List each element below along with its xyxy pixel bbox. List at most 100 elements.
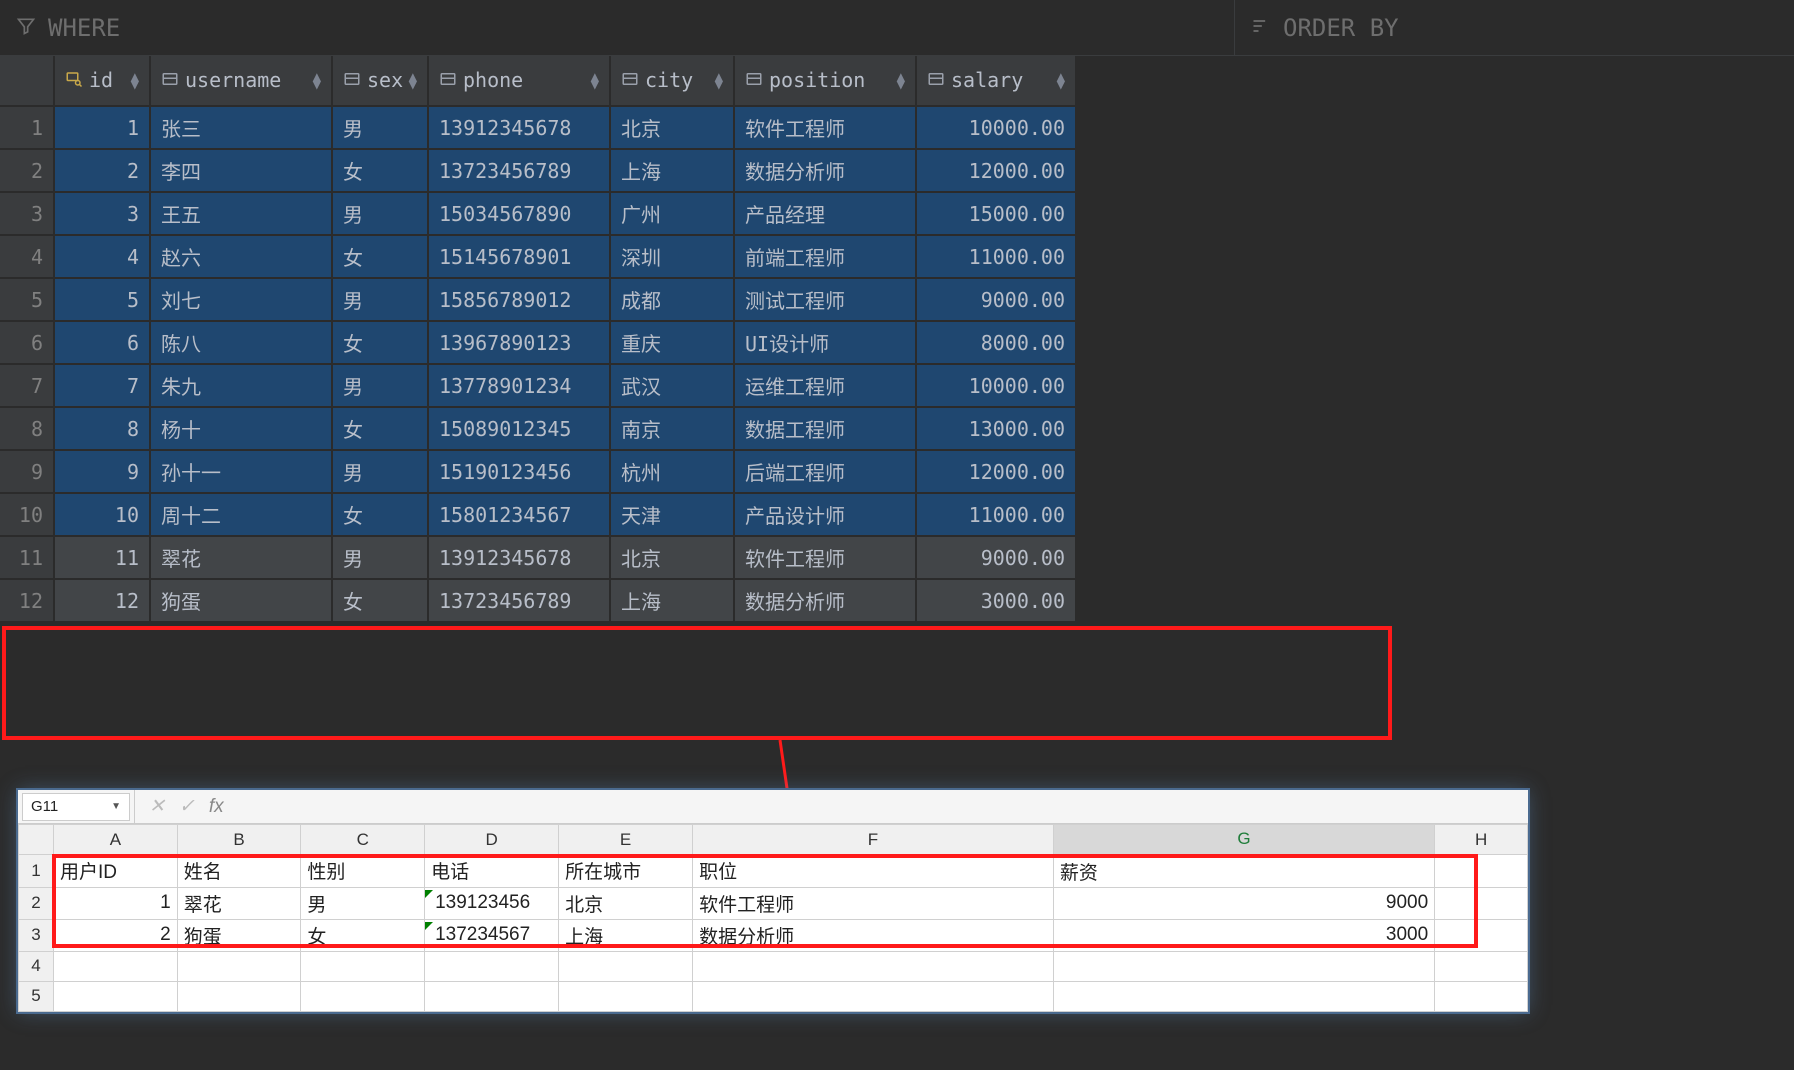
cell-id[interactable]: 2 bbox=[54, 149, 150, 192]
cell-position[interactable]: 产品经理 bbox=[734, 192, 916, 235]
cell-city[interactable]: 深圳 bbox=[610, 235, 734, 278]
table-row[interactable]: 88杨十女15089012345南京数据工程师13000.00 bbox=[0, 407, 1076, 450]
table-row[interactable]: 55刘七男15856789012成都测试工程师9000.00 bbox=[0, 278, 1076, 321]
check-icon[interactable]: ✓ bbox=[179, 795, 195, 818]
cell-city[interactable]: 武汉 bbox=[610, 364, 734, 407]
excel-cell[interactable] bbox=[177, 951, 301, 981]
cell-sex[interactable]: 男 bbox=[332, 106, 428, 149]
cell-city[interactable]: 广州 bbox=[610, 192, 734, 235]
excel-row[interactable]: 5 bbox=[19, 981, 1528, 1011]
excel-row-header[interactable]: 2 bbox=[19, 887, 54, 919]
excel-cell[interactable] bbox=[1435, 951, 1528, 981]
cell-city[interactable]: 上海 bbox=[610, 149, 734, 192]
cell-city[interactable]: 北京 bbox=[610, 106, 734, 149]
cell-city[interactable]: 重庆 bbox=[610, 321, 734, 364]
table-row[interactable]: 44赵六女15145678901深圳前端工程师11000.00 bbox=[0, 235, 1076, 278]
sort-icon[interactable]: ▲▼ bbox=[131, 73, 139, 89]
cell-id[interactable]: 6 bbox=[54, 321, 150, 364]
sort-icon[interactable]: ▲▼ bbox=[313, 73, 321, 89]
column-header-sex[interactable]: sex▲▼ bbox=[332, 56, 428, 106]
column-header-id[interactable]: id▲▼ bbox=[54, 56, 150, 106]
table-row[interactable]: 1010周十二女15801234567天津产品设计师11000.00 bbox=[0, 493, 1076, 536]
cell-username[interactable]: 赵六 bbox=[150, 235, 332, 278]
cell-salary[interactable]: 13000.00 bbox=[916, 407, 1076, 450]
cell-username[interactable]: 王五 bbox=[150, 192, 332, 235]
excel-col-header-A[interactable]: A bbox=[54, 825, 178, 855]
excel-cell[interactable] bbox=[693, 951, 1054, 981]
cell-username[interactable]: 杨十 bbox=[150, 407, 332, 450]
excel-col-header-F[interactable]: F bbox=[693, 825, 1054, 855]
excel-row-header[interactable]: 5 bbox=[19, 981, 54, 1011]
cell-id[interactable]: 5 bbox=[54, 278, 150, 321]
orderby-clause-area[interactable]: ORDER BY bbox=[1234, 0, 1794, 55]
cell-salary[interactable]: 11000.00 bbox=[916, 493, 1076, 536]
excel-row-header[interactable]: 3 bbox=[19, 919, 54, 951]
cell-salary[interactable]: 8000.00 bbox=[916, 321, 1076, 364]
excel-col-header-B[interactable]: B bbox=[177, 825, 301, 855]
cell-salary[interactable]: 9000.00 bbox=[916, 536, 1076, 579]
cell-username[interactable]: 翠花 bbox=[150, 536, 332, 579]
column-header-phone[interactable]: phone▲▼ bbox=[428, 56, 610, 106]
excel-cell[interactable] bbox=[559, 981, 693, 1011]
cell-sex[interactable]: 男 bbox=[332, 450, 428, 493]
table-row[interactable]: 66陈八女13967890123重庆UI设计师8000.00 bbox=[0, 321, 1076, 364]
table-row[interactable]: 22李四女13723456789上海数据分析师12000.00 bbox=[0, 149, 1076, 192]
cell-username[interactable]: 陈八 bbox=[150, 321, 332, 364]
fx-icon[interactable]: fx bbox=[209, 796, 224, 818]
cell-sex[interactable]: 女 bbox=[332, 321, 428, 364]
cell-position[interactable]: 前端工程师 bbox=[734, 235, 916, 278]
cell-id[interactable]: 12 bbox=[54, 579, 150, 622]
select-all-corner[interactable] bbox=[19, 825, 54, 855]
cell-username[interactable]: 张三 bbox=[150, 106, 332, 149]
cell-salary[interactable]: 9000.00 bbox=[916, 278, 1076, 321]
excel-row[interactable]: 4 bbox=[19, 951, 1528, 981]
cell-position[interactable]: 软件工程师 bbox=[734, 106, 916, 149]
cell-position[interactable]: 运维工程师 bbox=[734, 364, 916, 407]
where-clause-area[interactable]: WHERE bbox=[0, 0, 1234, 55]
table-row[interactable]: 1212狗蛋女13723456789上海数据分析师3000.00 bbox=[0, 579, 1076, 622]
excel-row-header[interactable]: 4 bbox=[19, 951, 54, 981]
cell-id[interactable]: 7 bbox=[54, 364, 150, 407]
cell-username[interactable]: 狗蛋 bbox=[150, 579, 332, 622]
cell-sex[interactable]: 男 bbox=[332, 278, 428, 321]
excel-cell[interactable] bbox=[54, 951, 178, 981]
excel-col-header-E[interactable]: E bbox=[559, 825, 693, 855]
table-row[interactable]: 11张三男13912345678北京软件工程师10000.00 bbox=[0, 106, 1076, 149]
cell-phone[interactable]: 15856789012 bbox=[428, 278, 610, 321]
cell-city[interactable]: 成都 bbox=[610, 278, 734, 321]
cell-id[interactable]: 3 bbox=[54, 192, 150, 235]
excel-cell[interactable] bbox=[301, 981, 425, 1011]
cell-salary[interactable]: 10000.00 bbox=[916, 106, 1076, 149]
excel-col-header-D[interactable]: D bbox=[425, 825, 559, 855]
cell-position[interactable]: 测试工程师 bbox=[734, 278, 916, 321]
cell-phone[interactable]: 13912345678 bbox=[428, 536, 610, 579]
cell-phone[interactable]: 13723456789 bbox=[428, 579, 610, 622]
table-row[interactable]: 33王五男15034567890广州产品经理15000.00 bbox=[0, 192, 1076, 235]
cell-sex[interactable]: 女 bbox=[332, 579, 428, 622]
excel-cell[interactable] bbox=[1053, 981, 1434, 1011]
cell-sex[interactable]: 女 bbox=[332, 493, 428, 536]
cell-phone[interactable]: 13912345678 bbox=[428, 106, 610, 149]
cell-city[interactable]: 杭州 bbox=[610, 450, 734, 493]
excel-cell[interactable] bbox=[1053, 951, 1434, 981]
cell-position[interactable]: 后端工程师 bbox=[734, 450, 916, 493]
excel-cell[interactable] bbox=[693, 981, 1054, 1011]
column-header-position[interactable]: position▲▼ bbox=[734, 56, 916, 106]
cell-id[interactable]: 1 bbox=[54, 106, 150, 149]
cell-position[interactable]: UI设计师 bbox=[734, 321, 916, 364]
cell-sex[interactable]: 男 bbox=[332, 536, 428, 579]
cell-username[interactable]: 朱九 bbox=[150, 364, 332, 407]
table-row[interactable]: 77朱九男13778901234武汉运维工程师10000.00 bbox=[0, 364, 1076, 407]
excel-cell[interactable] bbox=[301, 951, 425, 981]
cell-city[interactable]: 天津 bbox=[610, 493, 734, 536]
cell-city[interactable]: 北京 bbox=[610, 536, 734, 579]
cell-username[interactable]: 周十二 bbox=[150, 493, 332, 536]
cell-salary[interactable]: 12000.00 bbox=[916, 450, 1076, 493]
cell-salary[interactable]: 11000.00 bbox=[916, 235, 1076, 278]
cancel-icon[interactable]: ✕ bbox=[149, 795, 165, 818]
column-header-salary[interactable]: salary▲▼ bbox=[916, 56, 1076, 106]
excel-col-header-C[interactable]: C bbox=[301, 825, 425, 855]
excel-name-box[interactable]: G11 ▼ bbox=[22, 793, 130, 821]
cell-phone[interactable]: 15034567890 bbox=[428, 192, 610, 235]
sort-icon[interactable]: ▲▼ bbox=[715, 73, 723, 89]
